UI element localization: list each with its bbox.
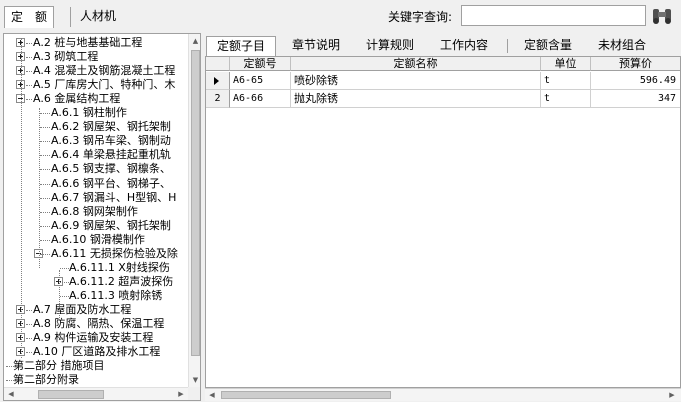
tree-item-label: A.6.5 钢支撑、钢檩条、 [51, 162, 171, 175]
current-row-arrow-icon [214, 77, 219, 85]
tab-quota[interactable]: 定 额 [4, 6, 55, 28]
tree-item-label: A.6.10 钢滑模制作 [51, 233, 145, 246]
tree-item-label: A.6.11 无损探伤检验及除 [51, 247, 178, 260]
tree-item-label: A.6.9 钢屋架、钢托架制 [51, 219, 171, 232]
tree-connector [26, 43, 32, 44]
scroll-up-icon[interactable]: ▲ [189, 34, 200, 48]
scroll-down-icon[interactable]: ▼ [189, 373, 200, 387]
tree-item-label: A.6.11.2 超声波探伤 [69, 275, 174, 288]
detail-panel: 定额子目 章节说明 计算规则 工作内容 定额含量 未材组合 定额号 定额名称 单… [205, 33, 681, 401]
keyword-search-input[interactable] [461, 5, 646, 26]
cell-code[interactable]: A6-65 [230, 72, 291, 90]
tree-item-label: A.6.6 钢平台、钢梯子、 [51, 177, 171, 190]
col-header-name[interactable]: 定额名称 [291, 57, 541, 71]
tab-separator [507, 39, 508, 53]
tab-calc-rules[interactable]: 计算规则 [356, 36, 424, 56]
grid-hscroll-thumb[interactable] [221, 391, 391, 399]
tab-labor-material-machine[interactable]: 人材机 [74, 6, 122, 28]
tree-scroll-thumb[interactable] [191, 50, 200, 356]
tree-guide-line [21, 38, 22, 358]
tree-item-label: A.6.3 钢吊车梁、钢制动 [51, 134, 171, 147]
cell-unit[interactable]: t [541, 90, 591, 108]
tree-item-label: A.8 防腐、隔热、保温工程 [33, 317, 165, 330]
row-indicator-current[interactable] [206, 72, 230, 90]
chapter-tree[interactable]: A.2 桩与地基基础工程 A.3 砌筑工程 A.4 混凝土及钢筋混凝土工程 A.5 厂… [3, 33, 201, 401]
tree-connector [40, 127, 50, 128]
tab-unpriced-material[interactable]: 未材组合 [588, 36, 656, 56]
row-number[interactable]: 2 [206, 90, 230, 108]
tree-connector [26, 85, 32, 86]
tree-horizontal-scrollbar[interactable]: ◀ ▶ [4, 387, 200, 400]
tree-item-label: A.6.4 单梁悬挂起重机轨 [51, 148, 171, 161]
col-header-code[interactable]: 定额号 [230, 57, 291, 71]
scroll-left-icon[interactable]: ◀ [205, 389, 219, 402]
tree-item-label: 第二部分 措施项目 [13, 359, 105, 372]
tree-item-label: A.4 混凝土及钢筋混凝土工程 [33, 64, 176, 77]
tree-item-label: A.2 桩与地基基础工程 [33, 36, 143, 49]
tree-connector [40, 184, 50, 185]
tree-item-label: A.6.11.1 X射线探伤 [69, 261, 170, 274]
tree-item-label: A.6 金属结构工程 [33, 92, 121, 105]
tree-connector [40, 169, 50, 170]
scroll-left-icon[interactable]: ◀ [4, 388, 18, 400]
tab-chapter-notes[interactable]: 章节说明 [282, 36, 350, 56]
tree-connector [60, 268, 69, 269]
tree-connector [26, 310, 32, 311]
tree-item-label: A.6.11.3 喷射除锈 [69, 289, 163, 302]
tree-connector [26, 57, 32, 58]
col-header-unit[interactable]: 单位 [541, 57, 591, 71]
tree-connector [40, 226, 50, 227]
tree-connector [40, 198, 50, 199]
tree-item-label: A.7 屋面及防水工程 [33, 303, 132, 316]
scroll-right-icon[interactable]: ▶ [665, 389, 679, 402]
tree-connector [60, 282, 69, 283]
tree-item-label: A.6.7 钢漏斗、H型钢、H [51, 191, 177, 204]
tab-quota-content[interactable]: 定额含量 [514, 36, 582, 56]
tree-connector [26, 338, 32, 339]
tab-quota-items[interactable]: 定额子目 [206, 36, 276, 56]
tree-item-label: A.6.1 钢柱制作 [51, 106, 127, 119]
keyword-search-label: 关键字查询: [388, 10, 453, 24]
tree-connector [40, 155, 50, 156]
grid-corner-header [206, 57, 230, 71]
tree-guide-line [39, 108, 40, 268]
tree-hscroll-thumb[interactable] [38, 390, 104, 399]
tree-item-label: A.9 构件运输及安装工程 [33, 331, 154, 344]
cell-price[interactable]: 596.49 [591, 72, 680, 90]
tree-guide-line [59, 270, 60, 320]
detail-tab-bar: 定额子目 章节说明 计算规则 工作内容 定额含量 未材组合 [205, 33, 681, 57]
scroll-corner [188, 387, 200, 400]
grid-horizontal-scrollbar[interactable]: ◀ ▶ [205, 388, 681, 401]
tree-item-label: A.6.2 钢屋架、钢托架制 [51, 120, 171, 133]
binoculars-icon[interactable] [650, 6, 674, 26]
scroll-right-icon[interactable]: ▶ [174, 388, 188, 400]
tree-connector [40, 141, 50, 142]
col-header-price[interactable]: 预算价 [591, 57, 680, 71]
quota-grid[interactable]: 定额号 定额名称 单位 预算价 A6-65 喷砂除锈 t 596.49 2 A6… [205, 57, 681, 388]
tree-connector [26, 71, 32, 72]
tree-connector [60, 296, 69, 297]
tree-connector [40, 254, 50, 255]
tree-connector [26, 352, 32, 353]
tree-connector [40, 212, 50, 213]
tree-connector [26, 99, 32, 100]
tab-separator [70, 7, 71, 27]
cell-price[interactable]: 347 [591, 90, 680, 108]
tree-vertical-scrollbar[interactable]: ▲ ▼ [188, 34, 200, 387]
cell-name[interactable]: 抛丸除锈 [291, 90, 541, 108]
tree-connector [40, 240, 50, 241]
tab-work-content[interactable]: 工作内容 [430, 36, 498, 56]
cell-name[interactable]: 喷砂除锈 [291, 72, 541, 90]
top-bar: 定 额 人材机 关键字查询: [0, 0, 681, 32]
tree-item-label: A.3 砌筑工程 [33, 50, 99, 63]
tree-item-label: A.10 厂区道路及排水工程 [33, 345, 161, 358]
tree-item-label: 第二部分附录 [13, 373, 79, 386]
tree-item-label: A.5 厂库房大门、特种门、木 [33, 78, 176, 91]
tree-item-label: A.6.8 钢网架制作 [51, 205, 138, 218]
tree-connector [40, 113, 50, 114]
cell-unit[interactable]: t [541, 72, 591, 90]
cell-code[interactable]: A6-66 [230, 90, 291, 108]
tree-connector [26, 324, 32, 325]
